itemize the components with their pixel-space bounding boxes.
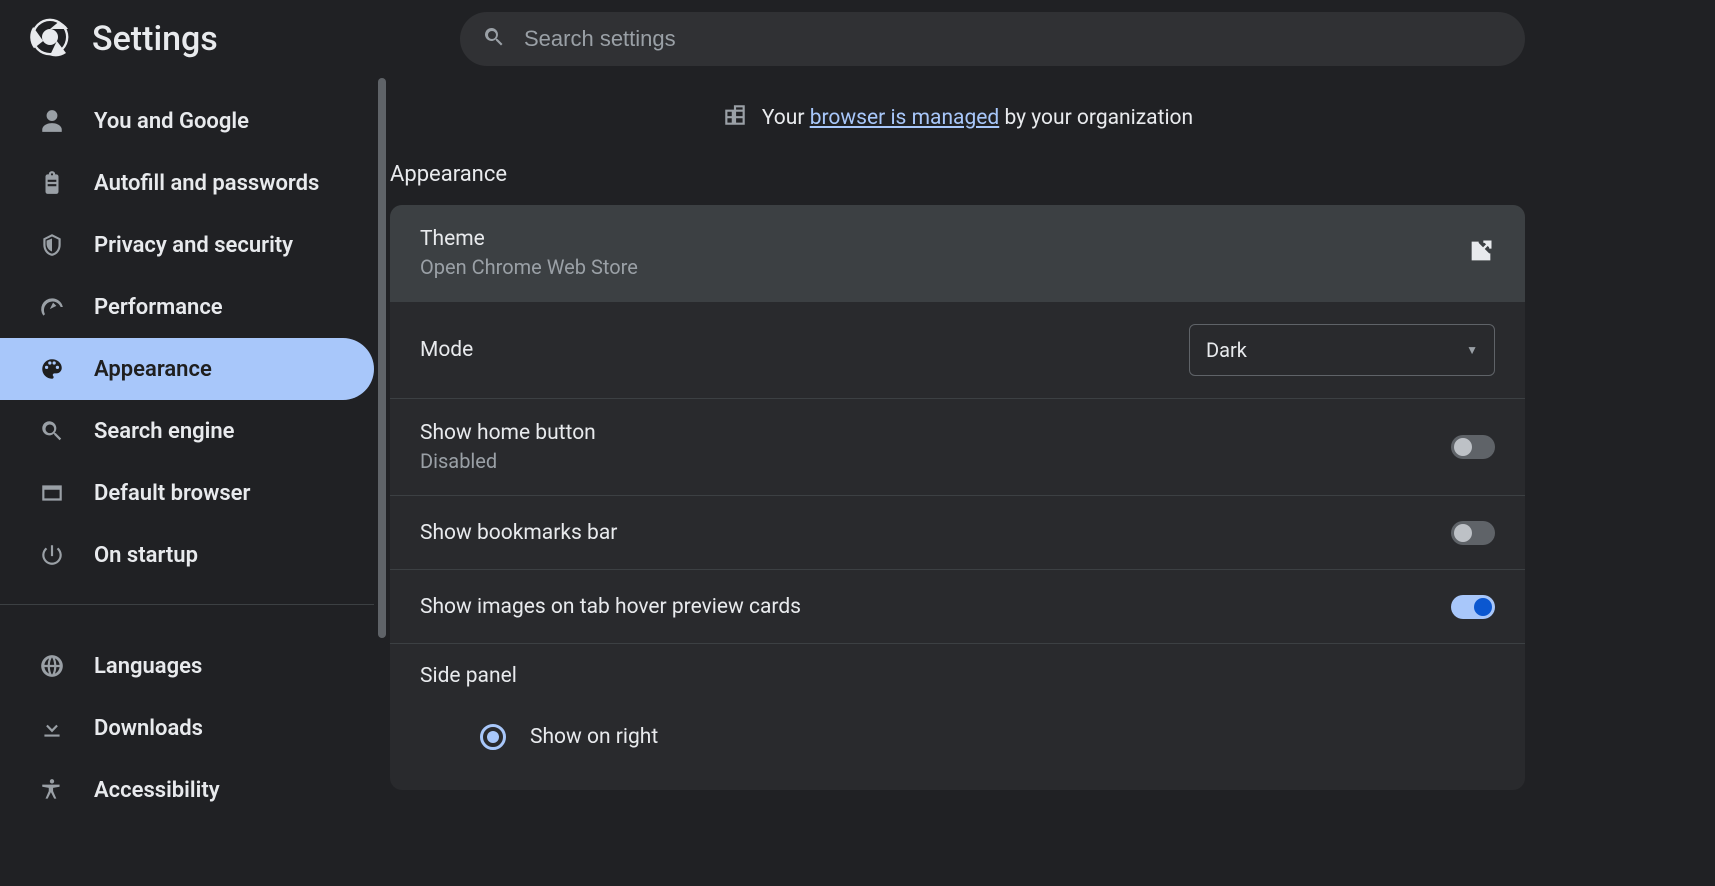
sidebar-scrollbar[interactable]: ▲ [374, 78, 390, 886]
sidebar-item-autofill[interactable]: Autofill and passwords [0, 152, 374, 214]
sidebar-item-privacy[interactable]: Privacy and security [0, 214, 374, 276]
sidebar-item-appearance[interactable]: Appearance [0, 338, 374, 400]
sidebar-item-search-engine[interactable]: Search engine [0, 400, 374, 462]
mode-row: Mode Dark ▼ [390, 302, 1525, 399]
sidebar-item-label: Languages [94, 654, 202, 679]
side-panel-block: Side panel Show on right [390, 644, 1525, 790]
search-settings-box[interactable] [460, 12, 1525, 66]
speed-icon [38, 294, 66, 320]
sidebar-item-label: Default browser [94, 481, 250, 506]
sidebar-item-on-startup[interactable]: On startup [0, 524, 374, 586]
bookmarks-bar-title: Show bookmarks bar [420, 521, 617, 545]
power-icon [38, 542, 66, 568]
header-title-area: Settings [0, 17, 460, 61]
home-button-toggle[interactable] [1451, 435, 1495, 459]
sidebar-item-you-and-google[interactable]: You and Google [0, 90, 374, 152]
sidebar-item-label: Appearance [94, 357, 212, 382]
sidebar-item-label: You and Google [94, 109, 249, 134]
browser-icon [38, 480, 66, 506]
search-icon [482, 25, 506, 53]
sidebar-item-languages[interactable]: Languages [0, 635, 374, 697]
accessibility-icon [38, 777, 66, 803]
sidebar-item-label: Downloads [94, 716, 203, 741]
mode-select[interactable]: Dark ▼ [1189, 324, 1495, 376]
side-panel-title: Side panel [420, 664, 1495, 688]
theme-title: Theme [420, 227, 638, 251]
clipboard-icon [38, 170, 66, 196]
shield-icon [38, 232, 66, 258]
managed-suffix: by your organization [999, 106, 1193, 130]
sidebar-item-label: Performance [94, 295, 223, 320]
palette-icon [38, 356, 66, 382]
theme-subtitle: Open Chrome Web Store [420, 255, 638, 279]
home-button-row: Show home button Disabled [390, 399, 1525, 496]
sidebar-item-label: Accessibility [94, 778, 220, 803]
open-external-icon [1467, 237, 1495, 269]
managed-link[interactable]: browser is managed [810, 106, 1000, 130]
managed-prefix: Your [762, 106, 810, 130]
side-panel-option-label: Show on right [530, 725, 658, 749]
tab-hover-toggle[interactable] [1451, 595, 1495, 619]
page-title: Settings [92, 19, 218, 59]
person-icon [38, 108, 66, 134]
sidebar-divider [0, 604, 374, 605]
sidebar-item-default-browser[interactable]: Default browser [0, 462, 374, 524]
bookmarks-bar-toggle[interactable] [1451, 521, 1495, 545]
mode-title: Mode [420, 338, 473, 362]
theme-row[interactable]: Theme Open Chrome Web Store [390, 205, 1525, 302]
managed-banner: Your browser is managed by your organiza… [390, 78, 1525, 158]
globe-icon [38, 653, 66, 679]
tab-hover-title: Show images on tab hover preview cards [420, 595, 801, 619]
search-icon [38, 418, 66, 444]
sidebar-item-downloads[interactable]: Downloads [0, 697, 374, 759]
download-icon [38, 715, 66, 741]
home-button-title: Show home button [420, 421, 596, 445]
home-button-subtitle: Disabled [420, 449, 596, 473]
appearance-card: Theme Open Chrome Web Store Mode Dark ▼ [390, 205, 1525, 790]
side-panel-option-right[interactable]: Show on right [420, 714, 1495, 760]
sidebar-item-label: Search engine [94, 419, 235, 444]
caret-down-icon: ▼ [1466, 343, 1478, 357]
sidebar-item-accessibility[interactable]: Accessibility [0, 759, 374, 821]
sidebar-item-performance[interactable]: Performance [0, 276, 374, 338]
bookmarks-bar-row: Show bookmarks bar [390, 496, 1525, 570]
sidebar-item-label: Privacy and security [94, 233, 293, 258]
sidebar-item-label: On startup [94, 543, 198, 568]
tab-hover-row: Show images on tab hover preview cards [390, 570, 1525, 644]
mode-select-value: Dark [1206, 338, 1247, 362]
radio-selected-icon [480, 724, 506, 750]
managed-text: Your browser is managed by your organiza… [762, 106, 1193, 130]
section-title: Appearance [390, 162, 1525, 205]
search-input[interactable] [522, 25, 1503, 53]
sidebar: You and Google Autofill and passwords Priv… [0, 78, 374, 886]
sidebar-item-label: Autofill and passwords [94, 171, 319, 196]
scrollbar-thumb[interactable] [378, 78, 386, 638]
chrome-icon [30, 17, 70, 61]
building-icon [722, 102, 748, 134]
